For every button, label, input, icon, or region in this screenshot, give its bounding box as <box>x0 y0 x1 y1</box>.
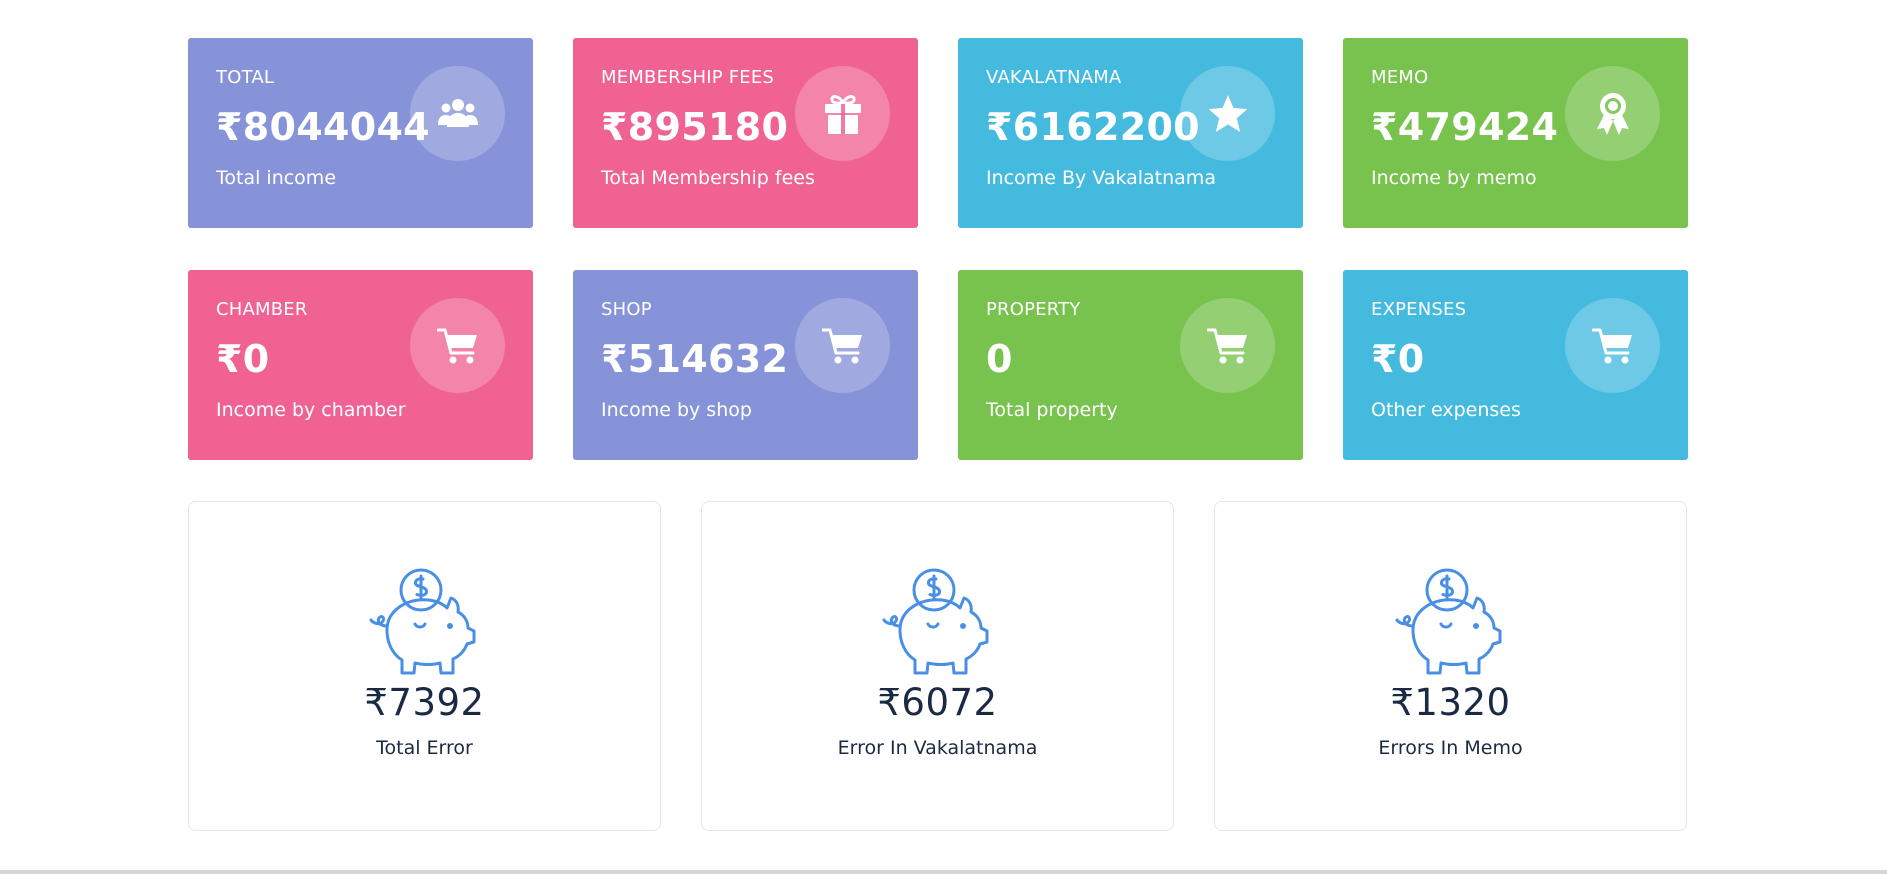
cart-icon <box>795 298 890 393</box>
star-icon <box>1180 66 1275 161</box>
stat-card-membership-fees[interactable]: MEMBERSHIP FEES ₹895180 Total Membership… <box>573 38 918 228</box>
gift-icon <box>795 66 890 161</box>
error-label: Error In Vakalatnama <box>837 737 1038 759</box>
income-stat-grid: TOTAL ₹8044044 Total income MEMBERSHIP F… <box>188 38 1688 460</box>
card-description: Total Membership fees <box>601 167 815 189</box>
error-card-memo[interactable]: ₹1320 Errors In Memo <box>1214 501 1687 831</box>
stat-card-vakalatnama[interactable]: VAKALATNAMA ₹6162200 Income By Vakalatna… <box>958 38 1303 228</box>
piggy-bank-icon <box>1395 568 1501 675</box>
card-description: Income by chamber <box>216 399 406 421</box>
stat-card-chamber[interactable]: CHAMBER ₹0 Income by chamber <box>188 270 533 460</box>
error-stat-grid: ₹7392 Total Error ₹6072 Error In Vakalat… <box>188 501 1687 831</box>
error-label: Total Error <box>376 737 473 759</box>
dashboard-page: TOTAL ₹8044044 Total income MEMBERSHIP F… <box>0 0 1887 874</box>
cart-icon <box>1180 298 1275 393</box>
card-description: Income by shop <box>601 399 752 421</box>
cart-icon <box>1565 298 1660 393</box>
page-bottom-divider <box>0 870 1887 874</box>
card-description: Other expenses <box>1371 399 1521 421</box>
users-icon <box>410 66 505 161</box>
card-description: Income by memo <box>1371 167 1537 189</box>
award-ribbon-icon <box>1565 66 1660 161</box>
piggy-bank-icon <box>882 568 988 675</box>
stat-card-memo[interactable]: MEMO ₹479424 Income by memo <box>1343 38 1688 228</box>
error-value: ₹1320 <box>1390 681 1511 724</box>
error-value: ₹7392 <box>364 681 485 724</box>
error-value: ₹6072 <box>877 681 998 724</box>
card-description: Income By Vakalatnama <box>986 167 1216 189</box>
error-label: Errors In Memo <box>1378 737 1523 759</box>
stat-card-shop[interactable]: SHOP ₹514632 Income by shop <box>573 270 918 460</box>
cart-icon <box>410 298 505 393</box>
card-description: Total income <box>216 167 337 189</box>
stat-card-total[interactable]: TOTAL ₹8044044 Total income <box>188 38 533 228</box>
error-card-total[interactable]: ₹7392 Total Error <box>188 501 661 831</box>
piggy-bank-icon <box>369 568 475 675</box>
error-card-vakalatnama[interactable]: ₹6072 Error In Vakalatnama <box>701 501 1174 831</box>
stat-card-expenses[interactable]: EXPENSES ₹0 Other expenses <box>1343 270 1688 460</box>
stat-card-property[interactable]: PROPERTY 0 Total property <box>958 270 1303 460</box>
card-description: Total property <box>986 399 1118 421</box>
